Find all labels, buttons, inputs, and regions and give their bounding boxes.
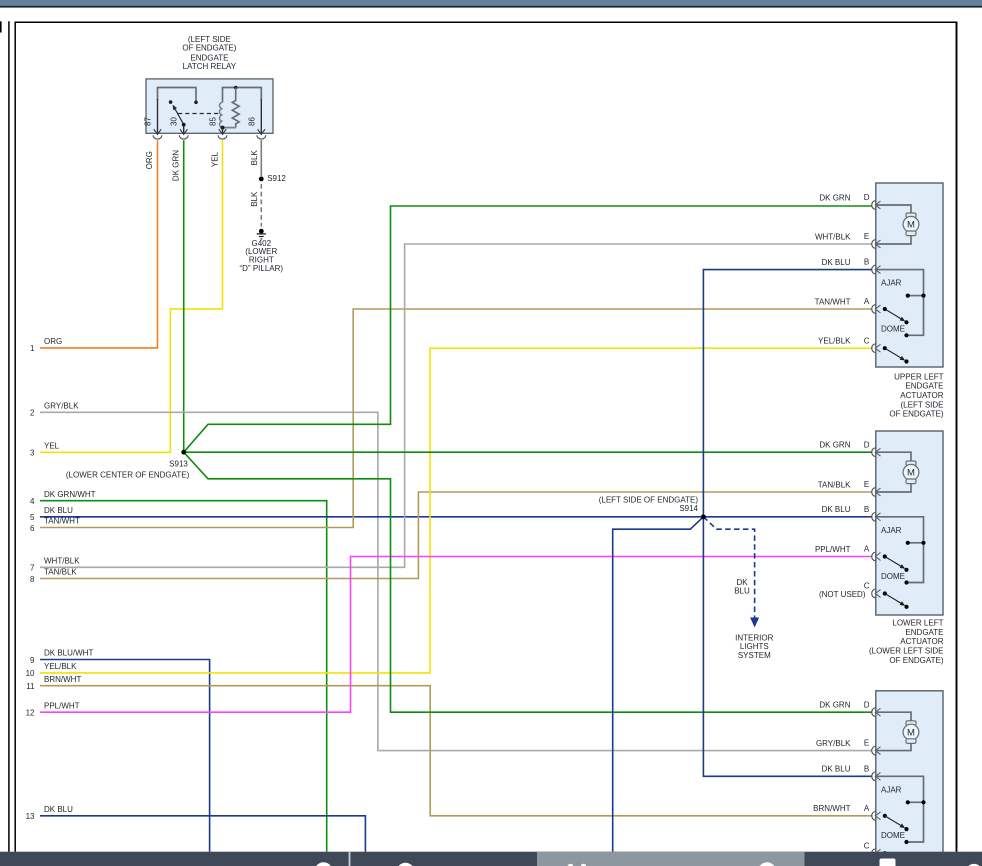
svg-text:INTERIOR: INTERIOR <box>735 634 773 643</box>
svg-text:E: E <box>864 739 869 748</box>
svg-text:TAN/WHT: TAN/WHT <box>44 517 80 526</box>
svg-text:E: E <box>864 480 869 489</box>
svg-text:DK BLU: DK BLU <box>44 506 73 515</box>
svg-text:30: 30 <box>170 117 179 126</box>
svg-text:AJAR: AJAR <box>881 785 902 794</box>
svg-text:“D” PILLAR): “D” PILLAR) <box>240 264 284 273</box>
svg-text:TAN/BLK: TAN/BLK <box>44 568 77 577</box>
svg-text:(LEFT SIDE OF ENDGATE): (LEFT SIDE OF ENDGATE) <box>599 495 699 504</box>
svg-text:13: 13 <box>26 812 35 821</box>
svg-text:C: C <box>864 336 870 345</box>
svg-text:ORG: ORG <box>44 337 62 346</box>
svg-text:8: 8 <box>30 575 35 584</box>
svg-text:A: A <box>864 297 870 306</box>
svg-text:DK BLU/WHT: DK BLU/WHT <box>44 649 93 658</box>
svg-text:WHT/BLK: WHT/BLK <box>815 232 851 241</box>
svg-text:BRN/WHT: BRN/WHT <box>813 804 850 813</box>
svg-text:YEL: YEL <box>44 442 60 451</box>
svg-text:9: 9 <box>30 656 35 665</box>
svg-text:M: M <box>907 727 915 738</box>
svg-text:A: A <box>864 804 870 813</box>
svg-text:D: D <box>864 700 870 709</box>
svg-text:TAN/BLK: TAN/BLK <box>818 480 851 489</box>
svg-text:S912: S912 <box>267 174 286 183</box>
svg-text:ORG: ORG <box>145 151 154 169</box>
svg-text:D: D <box>864 440 870 449</box>
svg-text:DK BLU: DK BLU <box>44 805 73 814</box>
svg-text:GRY/BLK: GRY/BLK <box>816 739 851 748</box>
svg-text:DK GRN: DK GRN <box>819 193 850 202</box>
svg-text:SYSTEM: SYSTEM <box>738 651 771 660</box>
svg-text:D: D <box>864 193 870 202</box>
svg-text:M: M <box>907 468 915 479</box>
svg-text:DK GRN: DK GRN <box>819 701 850 710</box>
svg-text:LIGHTS: LIGHTS <box>740 642 769 651</box>
svg-text:GRY/BLK: GRY/BLK <box>44 402 79 411</box>
svg-text:B: B <box>864 505 869 514</box>
svg-text:DK GRN/WHT: DK GRN/WHT <box>44 490 96 499</box>
svg-text:86: 86 <box>247 117 256 126</box>
svg-text:ENDGATE: ENDGATE <box>905 628 943 637</box>
svg-text:6: 6 <box>30 524 35 533</box>
svg-text:YEL/BLK: YEL/BLK <box>818 337 851 346</box>
svg-text:YEL: YEL <box>210 151 219 167</box>
svg-text:ACTUATOR: ACTUATOR <box>900 637 943 646</box>
svg-text:(LOWER CENTER OF ENDGATE): (LOWER CENTER OF ENDGATE) <box>66 471 190 480</box>
svg-text:DK BLU: DK BLU <box>822 258 851 267</box>
svg-text:11: 11 <box>26 682 35 691</box>
svg-text:3: 3 <box>30 449 35 458</box>
svg-text:BLK: BLK <box>250 191 259 207</box>
svg-text:12: 12 <box>26 709 35 718</box>
svg-text:DK GRN: DK GRN <box>819 441 850 450</box>
svg-text:BLU: BLU <box>734 586 750 595</box>
svg-text:7: 7 <box>30 564 35 573</box>
svg-text:PPL/WHT: PPL/WHT <box>815 545 851 554</box>
svg-text:85: 85 <box>209 117 218 126</box>
svg-text:ENDGATE: ENDGATE <box>905 382 943 391</box>
svg-text:ACTUATOR: ACTUATOR <box>900 391 943 400</box>
svg-text:1: 1 <box>30 344 35 353</box>
svg-text:(NOT USED): (NOT USED) <box>819 590 866 599</box>
svg-text:(LOWER LEFT SIDE: (LOWER LEFT SIDE <box>869 647 944 656</box>
svg-text:LOWER LEFT: LOWER LEFT <box>892 619 943 628</box>
svg-text:S913: S913 <box>169 459 188 468</box>
svg-text:TAN/WHT: TAN/WHT <box>815 297 851 306</box>
svg-text:WHT/BLK: WHT/BLK <box>44 557 80 566</box>
svg-text:OF ENDGATE): OF ENDGATE) <box>889 410 943 419</box>
svg-text:B: B <box>864 258 869 267</box>
svg-text:B: B <box>864 764 869 773</box>
svg-text:2: 2 <box>30 409 35 418</box>
svg-text:DOME: DOME <box>881 324 905 333</box>
svg-text:DK GRN: DK GRN <box>172 150 181 181</box>
svg-text:10: 10 <box>26 669 35 678</box>
svg-text:DK BLU: DK BLU <box>822 765 851 774</box>
svg-text:4: 4 <box>30 497 35 506</box>
svg-text:5: 5 <box>30 513 35 522</box>
svg-text:BRN/WHT: BRN/WHT <box>44 675 81 684</box>
svg-text:M: M <box>907 220 915 231</box>
svg-text:YEL/BLK: YEL/BLK <box>44 662 77 671</box>
svg-text:OF ENDGATE): OF ENDGATE) <box>889 656 943 665</box>
svg-text:E: E <box>864 232 869 241</box>
svg-text:S914: S914 <box>679 504 698 513</box>
svg-text:DK BLU: DK BLU <box>822 505 851 514</box>
svg-text:A: A <box>864 545 870 554</box>
svg-text:87: 87 <box>144 117 153 126</box>
svg-text:BLK: BLK <box>250 150 259 166</box>
svg-text:AJAR: AJAR <box>881 279 902 288</box>
svg-text:(LEFT SIDE: (LEFT SIDE <box>901 400 944 409</box>
svg-text:PPL/WHT: PPL/WHT <box>44 701 80 710</box>
svg-text:DOME: DOME <box>881 572 905 581</box>
svg-text:UPPER LEFT: UPPER LEFT <box>894 372 943 381</box>
svg-text:DOME: DOME <box>881 831 905 840</box>
svg-text:LATCH RELAY: LATCH RELAY <box>183 62 237 71</box>
svg-text:OF ENDGATE): OF ENDGATE) <box>182 44 236 53</box>
svg-text:C: C <box>864 841 870 850</box>
svg-text:AJAR: AJAR <box>881 526 902 535</box>
